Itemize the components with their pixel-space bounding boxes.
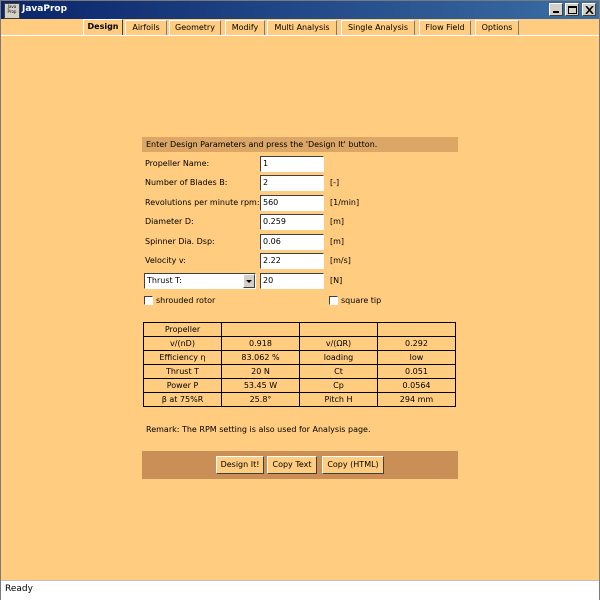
close-button[interactable]: [582, 3, 596, 16]
app-icon[interactable]: Java Prop: [4, 3, 20, 19]
table-cell: Ct: [299, 364, 378, 379]
square-tip-label: square tip: [341, 296, 382, 305]
shrouded-rotor-label: shrouded rotor: [156, 296, 216, 305]
table-cell: [299, 322, 378, 337]
table-row: v/(nD) 0.918 v/(ΩR) 0.292: [143, 336, 456, 351]
velocity-input[interactable]: 2.22: [260, 253, 324, 269]
tab-geometry[interactable]: Geometry: [169, 20, 221, 35]
diameter-label: Diameter D:: [145, 217, 194, 226]
velocity-unit: [m/s]: [330, 256, 351, 265]
table-cell: Power P: [143, 378, 222, 393]
table-row: Efficiency η 83.062 % loading low: [143, 350, 456, 365]
close-icon: [585, 6, 594, 14]
status-text: Ready: [5, 584, 33, 594]
copy-text-button[interactable]: Copy Text: [267, 456, 317, 474]
design-it-button[interactable]: Design It!: [216, 456, 264, 474]
spinner-label: Spinner Dia. Dsp:: [145, 237, 215, 246]
propeller-name-input[interactable]: 1: [260, 156, 324, 172]
table-cell: Pitch H: [299, 392, 378, 407]
app-window: Java Prop JavaProp Design Airfoils Geome…: [0, 0, 600, 600]
tab-divider: [1, 35, 599, 36]
square-tip-box[interactable]: [329, 296, 338, 305]
table-cell: 20 N: [221, 364, 300, 379]
status-bar: Ready: [1, 580, 599, 600]
table-cell: [221, 322, 300, 337]
tab-airfoils[interactable]: Airfoils: [125, 20, 167, 35]
table-cell: 0.292: [377, 336, 456, 351]
rpm-label: Revolutions per minute rpm:: [145, 198, 260, 207]
spinner-input[interactable]: 0.06: [260, 234, 324, 250]
thrust-select-value: Thrust T:: [147, 276, 182, 285]
tab-options[interactable]: Options: [475, 20, 519, 35]
design-header: Enter Design Parameters and press the 'D…: [142, 137, 458, 152]
maximize-button[interactable]: [565, 3, 579, 16]
minimize-icon: [553, 11, 559, 13]
table-cell: 25.8°: [221, 392, 300, 407]
table-cell: Cp: [299, 378, 378, 393]
rpm-input[interactable]: 560: [260, 195, 324, 211]
tab-flow-field[interactable]: Flow Field: [419, 20, 471, 35]
thrust-select[interactable]: Thrust T:: [144, 273, 256, 289]
table-row: Power P 53.45 W Cp 0.0564: [143, 378, 456, 393]
propeller-name-label: Propeller Name:: [145, 159, 210, 168]
velocity-label: Velocity v:: [145, 256, 186, 265]
thrust-unit: [N]: [330, 276, 343, 285]
table-cell: [377, 322, 456, 337]
table-cell: v/(nD): [143, 336, 222, 351]
table-cell: 294 mm: [377, 392, 456, 407]
table-row: Propeller: [143, 322, 456, 337]
blades-unit: [-]: [330, 178, 340, 187]
square-tip-checkbox[interactable]: square tip: [329, 295, 409, 307]
shrouded-rotor-checkbox[interactable]: shrouded rotor: [144, 295, 264, 307]
thrust-input[interactable]: 20: [260, 273, 324, 289]
tab-modify[interactable]: Modify: [225, 20, 265, 35]
app-icon-text: Java Prop: [7, 4, 17, 14]
tab-bar: Design Airfoils Geometry Modify Multi An…: [1, 19, 599, 36]
rpm-unit: [1/min]: [330, 198, 360, 207]
table-cell: 83.062 %: [221, 350, 300, 365]
tab-single-analysis[interactable]: Single Analysis: [341, 20, 415, 35]
minimize-button[interactable]: [549, 3, 563, 16]
dropdown-button[interactable]: [243, 274, 255, 288]
results-table: Propeller v/(nD) 0.918 v/(ΩR) 0.292 Effi…: [143, 322, 456, 407]
title-bar: Java Prop JavaProp: [1, 1, 599, 19]
diameter-input[interactable]: 0.259: [260, 214, 324, 230]
table-cell: v/(ΩR): [299, 336, 378, 351]
table-cell: low: [377, 350, 456, 365]
table-cell: Thrust T: [143, 364, 222, 379]
button-bar: Design It! Copy Text Copy (HTML): [142, 451, 458, 479]
blades-label: Number of Blades B:: [145, 178, 228, 187]
window-title: JavaProp: [22, 4, 68, 14]
table-row: Thrust T 20 N Ct 0.051: [143, 364, 456, 379]
table-cell: loading: [299, 350, 378, 365]
table-cell: Propeller: [143, 322, 222, 337]
spinner-unit: [m]: [330, 237, 345, 246]
table-cell: 0.051: [377, 364, 456, 379]
maximize-icon: [568, 6, 577, 14]
table-row: β at 75%R 25.8° Pitch H 294 mm: [143, 392, 456, 407]
table-cell: β at 75%R: [143, 392, 222, 407]
table-cell: Efficiency η: [143, 350, 222, 365]
tab-design[interactable]: Design: [83, 19, 123, 36]
tab-multi-analysis[interactable]: Multi Analysis: [267, 20, 337, 35]
table-cell: 0.918: [221, 336, 300, 351]
diameter-unit: [m]: [330, 217, 345, 226]
remark-text: Remark: The RPM setting is also used for…: [146, 425, 371, 434]
copy-html-button[interactable]: Copy (HTML): [322, 456, 384, 474]
shrouded-rotor-box[interactable]: [144, 296, 153, 305]
table-cell: 53.45 W: [221, 378, 300, 393]
chevron-down-icon: [246, 280, 252, 283]
blades-input[interactable]: 2: [260, 175, 324, 191]
table-cell: 0.0564: [377, 378, 456, 393]
